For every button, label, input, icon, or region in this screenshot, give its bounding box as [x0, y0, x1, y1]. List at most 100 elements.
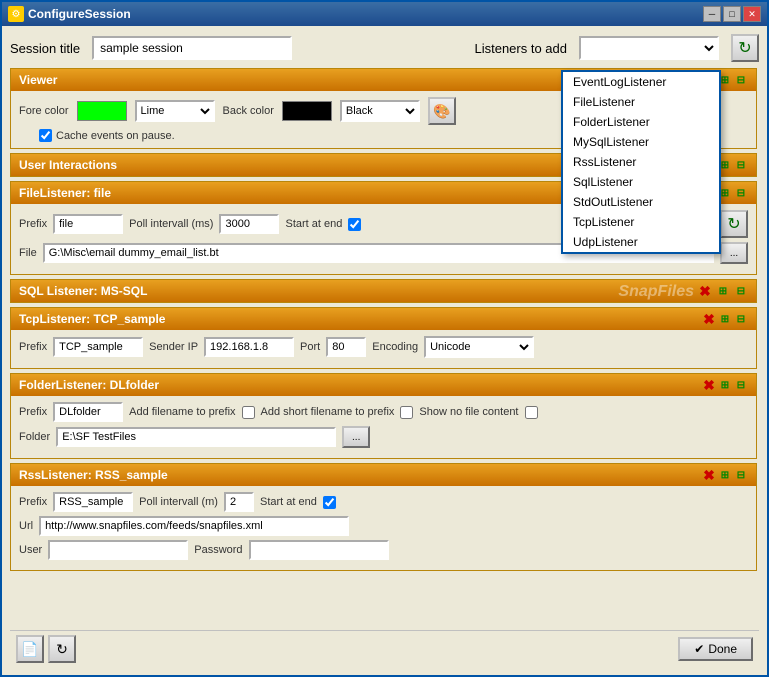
dropdown-item-stdout[interactable]: StdOutListener [563, 192, 719, 212]
session-title-input[interactable] [92, 36, 292, 60]
folder-listener-controls: ✖ ⊞ ⊟ [702, 378, 748, 392]
rss-user-input[interactable] [48, 540, 188, 560]
fl2-show-no-file-checkbox[interactable] [525, 406, 538, 419]
folder-listener-delete-icon[interactable]: ✖ [702, 378, 716, 392]
tcp-sender-ip-label: Sender IP [149, 341, 198, 353]
fl2-folder-input[interactable] [56, 427, 336, 447]
dropdown-item-udp[interactable]: UdpListener [563, 232, 719, 252]
tcp-encoding-label: Encoding [372, 341, 418, 353]
tcp-listener-collapse-icon[interactable]: ⊟ [734, 312, 748, 326]
rss-listener-row2: Url [19, 516, 748, 536]
file-listener-collapse-icon[interactable]: ⊟ [734, 186, 748, 200]
fl2-add-short-label: Add short filename to prefix [261, 406, 395, 418]
fl2-prefix-input[interactable] [53, 402, 123, 422]
ui-collapse-icon[interactable]: ⊟ [734, 158, 748, 172]
tcp-listener-resize-icon[interactable]: ⊞ [718, 312, 732, 326]
user-interactions-label: User Interactions [19, 158, 117, 172]
minimize-button[interactable]: ─ [703, 6, 721, 22]
bottom-left-buttons: 📄 ↻ [16, 635, 76, 663]
fl-reload-button[interactable]: ↻ [720, 210, 748, 238]
tcp-listener-delete-icon[interactable]: ✖ [702, 312, 716, 326]
dropdown-item-tcp[interactable]: TcpListener [563, 212, 719, 232]
maximize-button[interactable]: □ [723, 6, 741, 22]
tcp-encoding-select[interactable]: Unicode [424, 336, 534, 358]
sql-listener-resize-icon[interactable]: ⊞ [716, 284, 730, 298]
folder-listener-row2: Folder ... [19, 426, 748, 448]
fl-prefix-label: Prefix [19, 218, 47, 230]
dropdown-item-rss[interactable]: RssListener [563, 152, 719, 172]
sql-watermark: SnapFiles [618, 283, 694, 301]
folder-listener-header: FolderListener: DLfolder ✖ ⊞ ⊟ [11, 374, 756, 396]
content: Session title Listeners to add ↻ EventLo… [2, 26, 767, 675]
top-row: Session title Listeners to add ↻ [10, 34, 759, 62]
fl2-folder-label: Folder [19, 431, 50, 443]
folder-listener-resize-icon[interactable]: ⊞ [718, 378, 732, 392]
fl2-add-short-checkbox[interactable] [400, 406, 413, 419]
fl2-add-filename-label: Add filename to prefix [129, 406, 235, 418]
rss-start-label: Start at end [260, 496, 317, 508]
rss-start-checkbox[interactable] [323, 496, 336, 509]
bottom-bar: 📄 ↻ ✔ Done [10, 630, 759, 667]
title-bar: ⚙ ConfigureSession ─ □ ✕ [2, 2, 767, 26]
user-interactions-controls: ⊞ ⊟ [718, 158, 748, 172]
back-color-select[interactable]: Black [340, 100, 420, 122]
tcp-listener-header: TcpListener: TCP_sample ✖ ⊞ ⊟ [11, 308, 756, 330]
sql-listener-label: SQL Listener: MS-SQL [19, 284, 147, 298]
app-icon: ⚙ [8, 6, 24, 22]
tcp-prefix-input[interactable] [53, 337, 143, 357]
folder-listener-label: FolderListener: DLfolder [19, 378, 159, 392]
cache-checkbox[interactable] [39, 129, 52, 142]
fl-start-checkbox[interactable] [348, 218, 361, 231]
viewer-collapse-icon[interactable]: ⊟ [734, 73, 748, 87]
dropdown-item-folder[interactable]: FolderListener [563, 112, 719, 132]
rss-listener-delete-icon[interactable]: ✖ [702, 468, 716, 482]
dropdown-item-sql[interactable]: SqlListener [563, 172, 719, 192]
fl-poll-input[interactable] [219, 214, 279, 234]
listeners-dropdown[interactable]: EventLogListener FileListener FolderList… [561, 70, 721, 254]
bottom-icon-btn-2[interactable]: ↻ [48, 635, 76, 663]
rss-listener-collapse-icon[interactable]: ⊟ [734, 468, 748, 482]
back-color-box [282, 101, 332, 121]
rss-poll-input[interactable] [224, 492, 254, 512]
dropdown-item-mysql[interactable]: MySqlListener [563, 132, 719, 152]
folder-listener-collapse-icon[interactable]: ⊟ [734, 378, 748, 392]
cache-label: Cache events on pause. [56, 130, 175, 142]
viewer-settings-button[interactable]: 🎨 [428, 97, 456, 125]
fl-browse-button[interactable]: ... [720, 242, 748, 264]
add-listener-button[interactable]: ↻ [731, 34, 759, 62]
sql-listener-collapse-icon[interactable]: ⊟ [734, 284, 748, 298]
done-checkmark-icon: ✔ [694, 642, 704, 656]
tcp-prefix-label: Prefix [19, 341, 47, 353]
sql-listener-section: SQL Listener: MS-SQL SnapFiles ✖ ⊞ ⊟ [10, 279, 757, 303]
sql-listener-delete-icon[interactable]: ✖ [698, 284, 712, 298]
tcp-sender-ip-input[interactable] [204, 337, 294, 357]
fl-file-label: File [19, 247, 37, 259]
title-bar-controls: ─ □ ✕ [703, 6, 761, 22]
tcp-port-input[interactable] [326, 337, 366, 357]
rss-prefix-input[interactable] [53, 492, 133, 512]
rss-listener-resize-icon[interactable]: ⊞ [718, 468, 732, 482]
bottom-icon-btn-1[interactable]: 📄 [16, 635, 44, 663]
rss-url-input[interactable] [39, 516, 349, 536]
tcp-listener-section: TcpListener: TCP_sample ✖ ⊞ ⊟ Prefix Sen… [10, 307, 757, 369]
listeners-select[interactable] [579, 36, 719, 60]
dropdown-item-eventlog[interactable]: EventLogListener [563, 72, 719, 92]
close-button[interactable]: ✕ [743, 6, 761, 22]
rss-password-label: Password [194, 544, 242, 556]
folder-listener-row1: Prefix Add filename to prefix Add short … [19, 402, 748, 422]
rss-password-input[interactable] [249, 540, 389, 560]
fl2-browse-button[interactable]: ... [342, 426, 370, 448]
done-button[interactable]: ✔ Done [678, 637, 753, 661]
rss-listener-row3: User Password [19, 540, 748, 560]
rss-listener-label: RssListener: RSS_sample [19, 468, 168, 482]
title-bar-title: ConfigureSession [28, 7, 131, 21]
fl-start-label: Start at end [285, 218, 342, 230]
tcp-listener-label: TcpListener: TCP_sample [19, 312, 165, 326]
session-title-label: Session title [10, 41, 80, 56]
dropdown-item-file[interactable]: FileListener [563, 92, 719, 112]
fl-poll-label: Poll intervall (ms) [129, 218, 213, 230]
fl2-add-filename-checkbox[interactable] [242, 406, 255, 419]
fl2-prefix-label: Prefix [19, 406, 47, 418]
fl-prefix-input[interactable] [53, 214, 123, 234]
fore-color-select[interactable]: Lime [135, 100, 215, 122]
